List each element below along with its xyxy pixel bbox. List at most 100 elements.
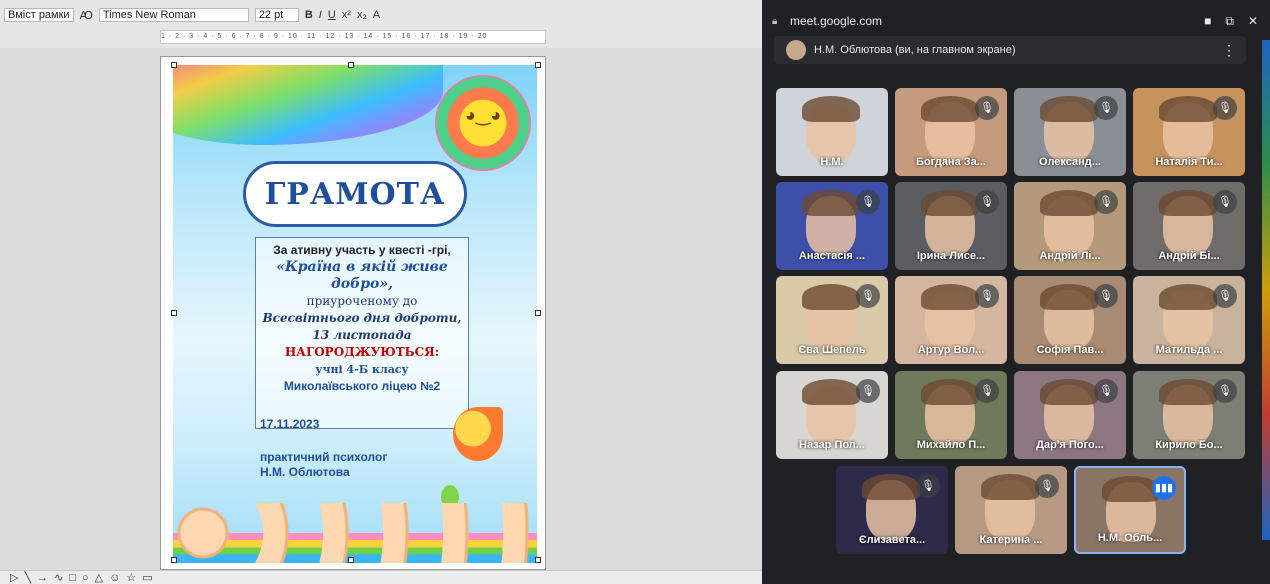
participant-video bbox=[802, 190, 860, 216]
participant-tile[interactable]: 🎙︎ Анастасія ... bbox=[776, 182, 888, 270]
mic-muted-icon: 🎙︎ bbox=[856, 190, 880, 214]
participant-tile[interactable]: 🎙︎ Назар Пол... bbox=[776, 371, 888, 459]
superscript-icon[interactable]: x² bbox=[342, 9, 351, 21]
resize-handle[interactable] bbox=[535, 310, 541, 316]
participant-tile[interactable]: 🎙︎ Наталія Ти... bbox=[1133, 88, 1245, 176]
ellipse-icon[interactable]: ○ bbox=[82, 572, 89, 584]
triangle-icon[interactable]: △ bbox=[95, 571, 103, 584]
participant-video bbox=[1159, 284, 1217, 310]
participant-video bbox=[1040, 284, 1098, 310]
participant-video bbox=[1040, 379, 1098, 405]
participant-name: Матильда ... bbox=[1155, 344, 1223, 356]
cert-line-quest-name: «Країна в якій живе добро», bbox=[276, 259, 448, 292]
highlight-icon[interactable]: A bbox=[373, 9, 380, 21]
font-size-select[interactable]: 22 pt bbox=[254, 8, 299, 22]
cert-line-class: учні 4-Б класу bbox=[315, 363, 409, 376]
participant-name: Єлизавета... bbox=[858, 534, 926, 546]
font-name-select[interactable]: Times New Roman bbox=[98, 8, 249, 22]
mic-muted-icon: 🎙︎ bbox=[975, 284, 999, 308]
more-options-icon[interactable]: ⋮ bbox=[1222, 42, 1236, 59]
mic-muted-icon: 🎙︎ bbox=[975, 190, 999, 214]
mic-muted-icon: 🎙︎ bbox=[1094, 190, 1118, 214]
certificate-image[interactable]: ◕‿◕ ГРАМОТА За ативну участь у квесті -г… bbox=[173, 65, 537, 563]
paragraph-style-select[interactable]: Вміст рамки bbox=[4, 8, 74, 22]
close-icon[interactable]: ✕ bbox=[1248, 14, 1258, 29]
underline-icon[interactable]: U bbox=[328, 9, 336, 21]
participant-name: Єва Шепель bbox=[798, 344, 866, 356]
participant-tile[interactable]: 🎙︎ Катерина ... bbox=[955, 466, 1067, 554]
participant-name: Артур Вол... bbox=[917, 344, 985, 356]
participant-tile[interactable]: 🎙︎ Артур Вол... bbox=[895, 276, 1007, 364]
formatting-toolbar: Вміст рамки Ꜵ Times New Roman 22 pt B I … bbox=[0, 8, 762, 22]
rectangle-icon[interactable]: □ bbox=[69, 572, 76, 584]
resize-handle[interactable] bbox=[171, 557, 177, 563]
certificate-title: ГРАМОТА bbox=[264, 176, 446, 212]
participant-tile[interactable]: 🎙︎ Дар'я Пого... bbox=[1014, 371, 1126, 459]
participant-tile[interactable]: ▮▮▮ Н.М. Обль... bbox=[1074, 466, 1186, 554]
bold-icon[interactable]: B bbox=[305, 9, 313, 21]
participant-name: Дар'я Пого... bbox=[1036, 439, 1104, 451]
mic-muted-icon: 🎙︎ bbox=[1213, 190, 1237, 214]
mic-muted-icon: 🎙︎ bbox=[856, 379, 880, 403]
resize-handle[interactable] bbox=[535, 557, 541, 563]
curve-icon[interactable]: ∿ bbox=[54, 571, 63, 584]
font-color-icon[interactable]: Ꜵ bbox=[80, 9, 93, 22]
participant-video bbox=[802, 379, 860, 405]
mic-muted-icon: 🎙︎ bbox=[975, 96, 999, 120]
resize-handle[interactable] bbox=[348, 62, 354, 68]
smiley-face-icon: ◕‿◕ bbox=[464, 105, 502, 125]
rainbow-decoration bbox=[173, 65, 443, 145]
mic-muted-icon: 🎙︎ bbox=[1094, 284, 1118, 308]
callout-icon[interactable]: ▭ bbox=[142, 571, 152, 584]
italic-icon[interactable]: I bbox=[319, 9, 322, 21]
star-icon[interactable]: ☆ bbox=[126, 571, 136, 584]
mic-muted-icon: 🎙︎ bbox=[1213, 96, 1237, 120]
cert-line-school: Миколаївського ліцею №2 bbox=[283, 379, 441, 393]
picture-in-picture-icon[interactable]: ⧉ bbox=[1225, 14, 1234, 29]
participant-tile[interactable]: Н.М. bbox=[776, 88, 888, 176]
participant-tile[interactable]: 🎙︎ Богдана За... bbox=[895, 88, 1007, 176]
participant-tile[interactable]: 🎙︎ Кирило Бо... bbox=[1133, 371, 1245, 459]
participant-tile[interactable]: 🎙︎ Єлизавета... bbox=[836, 466, 948, 554]
pinned-participant-bar[interactable]: Н.М. Облютова (ви, на главном экране) ⋮ bbox=[774, 36, 1246, 64]
participant-tile[interactable]: 🎙︎ Матильда ... bbox=[1133, 276, 1245, 364]
arrow-icon[interactable]: → bbox=[37, 572, 48, 584]
cert-line-kindness-day: Всесвітнього дня доброти, 13 листопада bbox=[262, 311, 462, 342]
signer-name: Н.М. Облютова bbox=[260, 465, 350, 479]
participant-tile[interactable]: 🎙︎ Андрій Бі... bbox=[1133, 182, 1245, 270]
document-page[interactable]: ◕‿◕ ГРАМОТА За ативну участь у квесті -г… bbox=[160, 56, 546, 570]
participant-name: Андрій Бі... bbox=[1158, 250, 1220, 262]
certificate-signature: практичний психолог Н.М. Облютова bbox=[260, 450, 387, 480]
participant-video bbox=[1159, 379, 1217, 405]
participant-video bbox=[862, 474, 920, 500]
participant-tile[interactable]: 🎙︎ Єва Шепель bbox=[776, 276, 888, 364]
resize-handle[interactable] bbox=[535, 62, 541, 68]
avatar bbox=[786, 40, 806, 60]
participant-video bbox=[1040, 190, 1098, 216]
line-icon[interactable]: ╲ bbox=[24, 571, 31, 584]
participant-name: Наталія Ти... bbox=[1155, 156, 1223, 168]
resize-handle[interactable] bbox=[171, 62, 177, 68]
select-icon[interactable]: ▷ bbox=[10, 571, 18, 584]
mic-muted-icon: 🎙︎ bbox=[1094, 96, 1118, 120]
window-controls: ■ ⧉ ✕ bbox=[1204, 14, 1258, 29]
resize-handle[interactable] bbox=[348, 557, 354, 563]
participant-video bbox=[921, 96, 979, 122]
participant-name: Н.М. bbox=[820, 156, 844, 168]
resize-handle[interactable] bbox=[171, 310, 177, 316]
subscript-icon[interactable]: x₂ bbox=[357, 9, 367, 21]
certificate-text-frame[interactable]: За ативну участь у квесті -грі, «Країна … bbox=[255, 237, 469, 429]
participant-tile[interactable]: 🎙︎ Софія Пав... bbox=[1014, 276, 1126, 364]
cert-line-awarded: НАГОРОДЖУЮТЬСЯ: bbox=[284, 345, 440, 359]
camera-icon[interactable]: ■ bbox=[1204, 14, 1211, 29]
participant-tile[interactable]: 🎙︎ Михайло П... bbox=[895, 371, 1007, 459]
participant-tile[interactable]: 🎙︎ Андрій Лі... bbox=[1014, 182, 1126, 270]
participant-video bbox=[921, 284, 979, 310]
smiley-icon[interactable]: ☺ bbox=[109, 572, 120, 584]
participant-tile[interactable]: 🎙︎ Олександ... bbox=[1014, 88, 1126, 176]
mic-muted-icon: 🎙︎ bbox=[916, 474, 940, 498]
meet-titlebar: 🔒︎ meet.google.com ■ ⧉ ✕ bbox=[762, 10, 1270, 32]
participant-tile[interactable]: 🎙︎ Ірина Лисе... bbox=[895, 182, 1007, 270]
butterfly-decoration bbox=[453, 407, 503, 461]
horizontal-ruler[interactable]: 1 · 2 · 3 · 4 · 5 · 6 · 7 · 8 · 9 · 10 ·… bbox=[160, 30, 546, 44]
